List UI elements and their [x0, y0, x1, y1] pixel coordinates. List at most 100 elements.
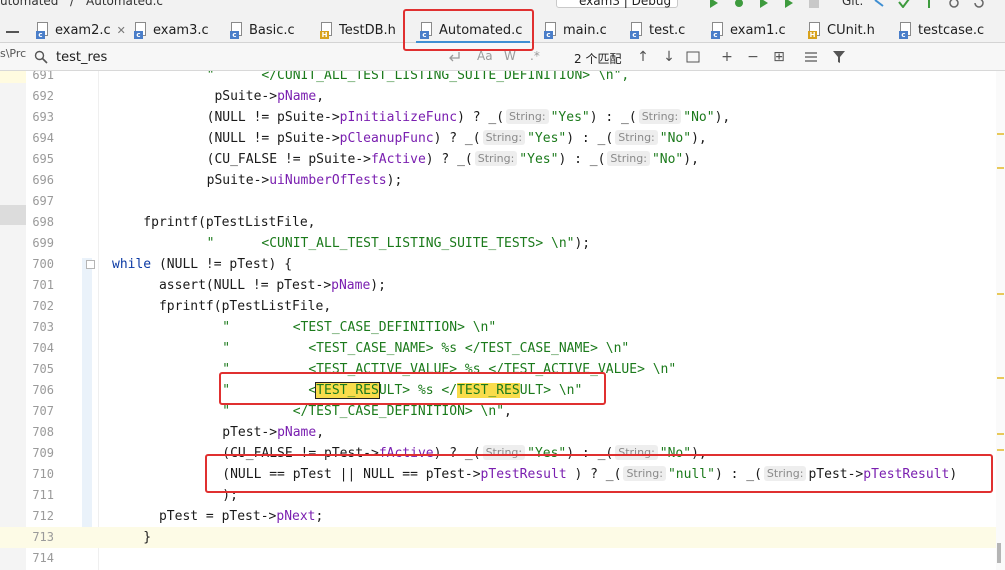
tab-label: Basic.c	[249, 22, 295, 38]
parameter-hint: String:	[623, 466, 666, 481]
warning-marker[interactable]	[997, 293, 1004, 295]
whole-words-toggle[interactable]: W	[504, 49, 516, 63]
tab-label: exam3.c	[153, 22, 209, 38]
rollback-icon[interactable]	[973, 0, 985, 8]
regex-toggle[interactable]: .*	[530, 49, 540, 63]
project-pane-fragment: s\Prc	[0, 47, 27, 60]
code-line: 699 " <CUNIT_ALL_TEST_LISTING_SUITE_TEST…	[32, 236, 591, 251]
match-case-toggle[interactable]: Aa	[477, 49, 493, 63]
code-line: 703 " <TEST_CASE_DEFINITION> \n"	[32, 320, 497, 335]
c-file-icon: c	[36, 22, 50, 39]
tab-label: exam1.c	[730, 22, 786, 38]
coverage-icon[interactable]	[758, 0, 770, 8]
tab-automated-c[interactable]: c Automated.c	[415, 18, 531, 44]
title-strip: utomated / Automated.c exam3 | Debug Git…	[0, 0, 1005, 9]
tab-label: main.c	[563, 22, 607, 38]
code-line: 705 " <TEST_ACTIVE_VALUE> %s </TEST_ACTI…	[32, 362, 677, 377]
find-input[interactable]	[56, 48, 426, 66]
code-line: 702 fprintf(pTestListFile,	[32, 299, 332, 314]
tab-label: CUnit.h	[827, 22, 875, 38]
tab-testcase-c[interactable]: c testcase.c	[899, 18, 984, 42]
code-line: 694 (NULL != pSuite->pCleanupFunc) ? _(S…	[32, 130, 707, 146]
tab-label: testcase.c	[918, 22, 985, 38]
close-icon[interactable]: ✕	[117, 24, 126, 37]
code-line: 711 );	[32, 488, 238, 503]
tab-label: Automated.c	[439, 22, 523, 38]
tab-test-c[interactable]: c test.c	[630, 18, 685, 42]
code-line: 708 pTest->pName,	[32, 425, 325, 440]
vcs-commit-icon[interactable]	[898, 0, 910, 8]
match-count: 2 个匹配	[574, 52, 622, 66]
open-in-window-icon[interactable]	[686, 51, 700, 63]
code-line: 696 pSuite->uiNumberOfTests);	[32, 173, 403, 188]
c-file-icon: c	[420, 22, 434, 39]
vcs-push-icon[interactable]	[923, 0, 935, 8]
code-line-current: 713 }	[0, 527, 1005, 548]
find-bar: s\Prc Aa W .* 2 个匹配 ↑ ↓ + − ⊞	[0, 43, 1005, 71]
search-match: TEST_RES	[457, 383, 520, 398]
h-file-icon: H	[320, 22, 334, 39]
run-icon[interactable]	[708, 0, 720, 8]
next-match-icon[interactable]: ↓	[660, 48, 678, 66]
code-line: 698 fprintf(pTestListFile,	[32, 215, 316, 230]
code-line: 693 (NULL != pSuite->pInitializeFunc) ? …	[32, 109, 731, 125]
tabs-menu-icon[interactable]	[6, 31, 19, 33]
fold-icon[interactable]	[86, 260, 95, 269]
tab-exam3-c[interactable]: c exam3.c	[134, 18, 209, 42]
previous-match-icon[interactable]: ↑	[634, 48, 652, 66]
code-line: 695 (CU_FALSE != pSuite->fActive) ? _(St…	[32, 151, 699, 167]
vcs-update-icon[interactable]	[873, 0, 885, 8]
filter-lines-icon[interactable]	[804, 51, 818, 63]
profile-icon[interactable]	[783, 0, 795, 8]
c-file-icon: c	[899, 22, 913, 39]
tab-label: test.c	[649, 22, 686, 38]
parameter-hint: String:	[763, 466, 807, 481]
debug-icon[interactable]	[733, 0, 745, 8]
c-file-icon: c	[134, 22, 148, 39]
code-line: 706 " <TEST_RESULT> %s </TEST_RESULT> \n…	[32, 382, 583, 399]
history-icon[interactable]	[948, 0, 960, 8]
warning-marker[interactable]	[997, 433, 1004, 435]
tab-testdb-h[interactable]: H TestDB.h	[320, 18, 396, 42]
parameter-hint: String:	[607, 151, 650, 166]
search-icon[interactable]	[34, 50, 48, 64]
tab-basic-c[interactable]: c Basic.c	[230, 18, 295, 42]
code-editor[interactable]: 691 " </CUNIT_ALL_TEST_LISTING_SUITE_DEF…	[0, 71, 1005, 570]
code-line: 691 " </CUNIT_ALL_TEST_LISTING_SUITE_DEF…	[32, 71, 630, 83]
tab-exam1-c[interactable]: c exam1.c	[711, 18, 786, 42]
run-configuration-label: exam3 | Debug	[579, 0, 672, 8]
remove-occurrence-icon[interactable]: −	[744, 48, 762, 66]
breadcrumb-file[interactable]: Automated.c	[86, 0, 163, 8]
tab-cunit-h[interactable]: H CUnit.h	[808, 18, 875, 42]
new-line-icon[interactable]	[449, 52, 461, 62]
add-occurrence-icon[interactable]: +	[718, 48, 736, 66]
parameter-hint: String:	[638, 109, 682, 124]
filter-icon[interactable]	[832, 50, 846, 64]
c-file-icon: c	[544, 22, 558, 39]
parameter-hint: String:	[482, 445, 526, 460]
vcs-label: Git:	[842, 0, 864, 8]
select-all-occurrences-icon[interactable]: ⊞	[770, 48, 788, 66]
warning-marker[interactable]	[997, 377, 1004, 379]
code-line: 714	[32, 551, 54, 565]
tab-main-c[interactable]: c main.c	[544, 18, 607, 42]
parameter-hint: String:	[615, 130, 658, 145]
stop-icon[interactable]	[808, 0, 820, 8]
run-configuration-selector[interactable]: exam3 | Debug	[556, 0, 679, 8]
parameter-hint: String:	[474, 151, 518, 166]
tab-exam2-c[interactable]: c exam2.c ✕	[36, 18, 126, 42]
warning-marker[interactable]	[997, 449, 1004, 451]
code-line: 710 (NULL == pTest || NULL == pTest->pTe…	[32, 466, 958, 482]
marker-stripe[interactable]	[996, 71, 1005, 570]
code-line: 704 " <TEST_CASE_NAME> %s </TEST_CASE_NA…	[32, 341, 630, 356]
tab-label: TestDB.h	[339, 22, 396, 38]
breadcrumb-project[interactable]: utomated	[0, 0, 58, 8]
code-line: 712 pTest = pTest->pNext;	[32, 509, 324, 524]
code-line: 709 (CU_FALSE != pTest->fActive) ? _(Str…	[32, 445, 707, 461]
scrollbar-thumb[interactable]	[997, 543, 1001, 563]
warning-marker[interactable]	[997, 167, 1004, 169]
code-line: 707 " </TEST_CASE_DEFINITION> \n",	[32, 404, 512, 419]
editor-tab-bar: c exam2.c ✕ c exam3.c c Basic.c H TestDB…	[0, 9, 1005, 44]
parameter-hint: String:	[615, 445, 658, 460]
warning-marker[interactable]	[997, 133, 1004, 135]
